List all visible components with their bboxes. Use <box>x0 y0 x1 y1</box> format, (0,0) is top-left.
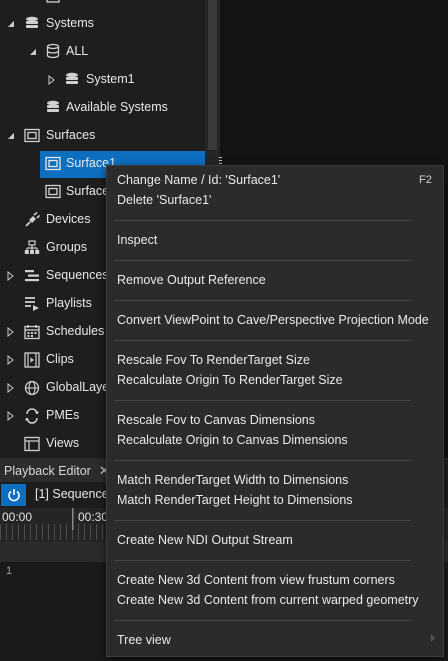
sequence-icon <box>25 270 39 282</box>
tree-item-label: Sequences <box>46 268 109 282</box>
power-icon <box>8 489 20 502</box>
tree-item-all[interactable]: ◢ ALL <box>0 38 205 66</box>
menu-item-delete[interactable]: Delete 'Surface1' <box>117 193 211 207</box>
calendar-icon <box>24 325 40 340</box>
menu-item-create-3d-frustum[interactable]: Create New 3d Content from view frustum … <box>117 573 395 587</box>
menu-separator <box>115 560 411 561</box>
window-icon <box>24 436 40 452</box>
menu-item-change-name[interactable]: Change Name / Id: 'Surface1' <box>117 173 280 187</box>
menu-item-inspect[interactable]: Inspect <box>117 233 157 247</box>
database-icon <box>46 43 60 59</box>
menu-item-recalculate-origin-rendertarget[interactable]: Recalculate Origin To RenderTarget Size <box>117 373 343 387</box>
tree-item-label: Views <box>46 436 80 450</box>
menu-item-match-width[interactable]: Match RenderTarget Width to Dimensions <box>117 473 348 487</box>
menu-separator <box>115 400 411 401</box>
tree-item-surfaces[interactable]: ◢ Surfaces <box>0 122 205 150</box>
menu-item-rescale-fov-canvas[interactable]: Rescale Fov to Canvas Dimensions <box>117 413 315 427</box>
tab-label: Playback Editor <box>4 464 91 478</box>
plug-icon <box>25 212 40 227</box>
menu-separator <box>115 260 411 261</box>
surface-icon <box>45 184 61 199</box>
tree-item-label: GlobalLaye <box>46 380 110 394</box>
menu-item-rescale-fov-rendertarget[interactable]: Rescale Fov To RenderTarget Size <box>117 353 310 367</box>
cycle-arrows-icon <box>25 408 39 424</box>
expanded-arrow-icon[interactable]: ◢ <box>6 19 16 29</box>
collapsed-arrow-icon[interactable] <box>7 355 15 365</box>
tree-item-system1[interactable]: System1 <box>0 66 205 94</box>
systems-icon <box>26 16 38 28</box>
tree-item-label: Surface <box>66 184 110 198</box>
globe-icon <box>24 380 40 396</box>
menu-item-remove-output-reference[interactable]: Remove Output Reference <box>117 273 266 287</box>
menu-item-tree-view[interactable]: Tree view <box>117 633 171 647</box>
collapsed-arrow-icon[interactable] <box>7 271 15 281</box>
systems-icon <box>47 100 59 112</box>
timecode-next: 00:30 <box>78 510 109 524</box>
system-icon <box>66 72 78 84</box>
tab-playback-editor[interactable]: Playback Editor ✕ <box>0 460 114 482</box>
tree-item-label: Systems <box>46 16 94 30</box>
submenu-arrow-icon <box>431 634 435 642</box>
menu-shortcut: F2 <box>419 174 432 186</box>
partial-top-icon <box>46 0 60 3</box>
menu-separator <box>115 520 411 521</box>
menu-item-convert-viewpoint[interactable]: Convert ViewPoint to Cave/Perspective Pr… <box>117 313 429 327</box>
menu-item-match-height[interactable]: Match RenderTarget Height to Dimensions <box>117 493 353 507</box>
expanded-arrow-icon[interactable]: ◢ <box>6 131 16 141</box>
expanded-arrow-icon[interactable]: ◢ <box>28 47 38 57</box>
menu-item-create-3d-warped[interactable]: Create New 3d Content from current warpe… <box>117 593 419 607</box>
tree-item-available-systems[interactable]: Available Systems <box>0 94 205 122</box>
tree-item-label: System1 <box>86 72 135 86</box>
tree-scrollbar-thumb[interactable] <box>208 0 217 150</box>
menu-separator <box>115 620 411 621</box>
tree-item-label: PMEs <box>46 408 80 422</box>
tree-item-label: Groups <box>46 240 87 254</box>
collapsed-arrow-icon[interactable] <box>48 75 56 85</box>
tree-item-label: Available Systems <box>66 100 168 114</box>
menu-separator <box>115 220 411 221</box>
tree-item-label: Playlists <box>46 296 92 310</box>
tree-item-label: Devices <box>46 212 91 226</box>
tree-item-label: ALL <box>66 44 89 58</box>
surface-icon <box>24 128 40 143</box>
collapsed-arrow-icon[interactable] <box>7 411 15 421</box>
context-menu: Change Name / Id: 'Surface1' F2 Delete '… <box>106 165 444 657</box>
playlist-icon <box>25 297 39 311</box>
tree-item-label: Clips <box>46 352 74 366</box>
collapsed-arrow-icon[interactable] <box>7 383 15 393</box>
surface-icon <box>45 156 61 171</box>
tree-item-label: Schedules <box>46 324 105 338</box>
menu-item-create-ndi-stream[interactable]: Create New NDI Output Stream <box>117 533 293 547</box>
collapsed-arrow-icon[interactable] <box>7 327 15 337</box>
timeline-marker <box>72 508 74 530</box>
tree-item-label: Surfaces <box>46 128 96 142</box>
timeline-ticks <box>0 524 110 540</box>
tree-item-systems[interactable]: ◢ Systems <box>0 10 205 38</box>
power-button[interactable] <box>1 484 26 506</box>
timecode-start: 00:00 <box>2 510 33 524</box>
menu-separator <box>115 300 411 301</box>
menu-separator <box>115 460 411 461</box>
hierarchy-icon <box>24 240 40 254</box>
menu-item-recalculate-origin-canvas[interactable]: Recalculate Origin to Canvas Dimensions <box>117 433 348 447</box>
sequence-selector[interactable]: [1] Sequence <box>35 487 109 501</box>
menu-separator <box>115 340 411 341</box>
track-number: 1 <box>6 565 13 577</box>
film-icon <box>24 352 40 368</box>
